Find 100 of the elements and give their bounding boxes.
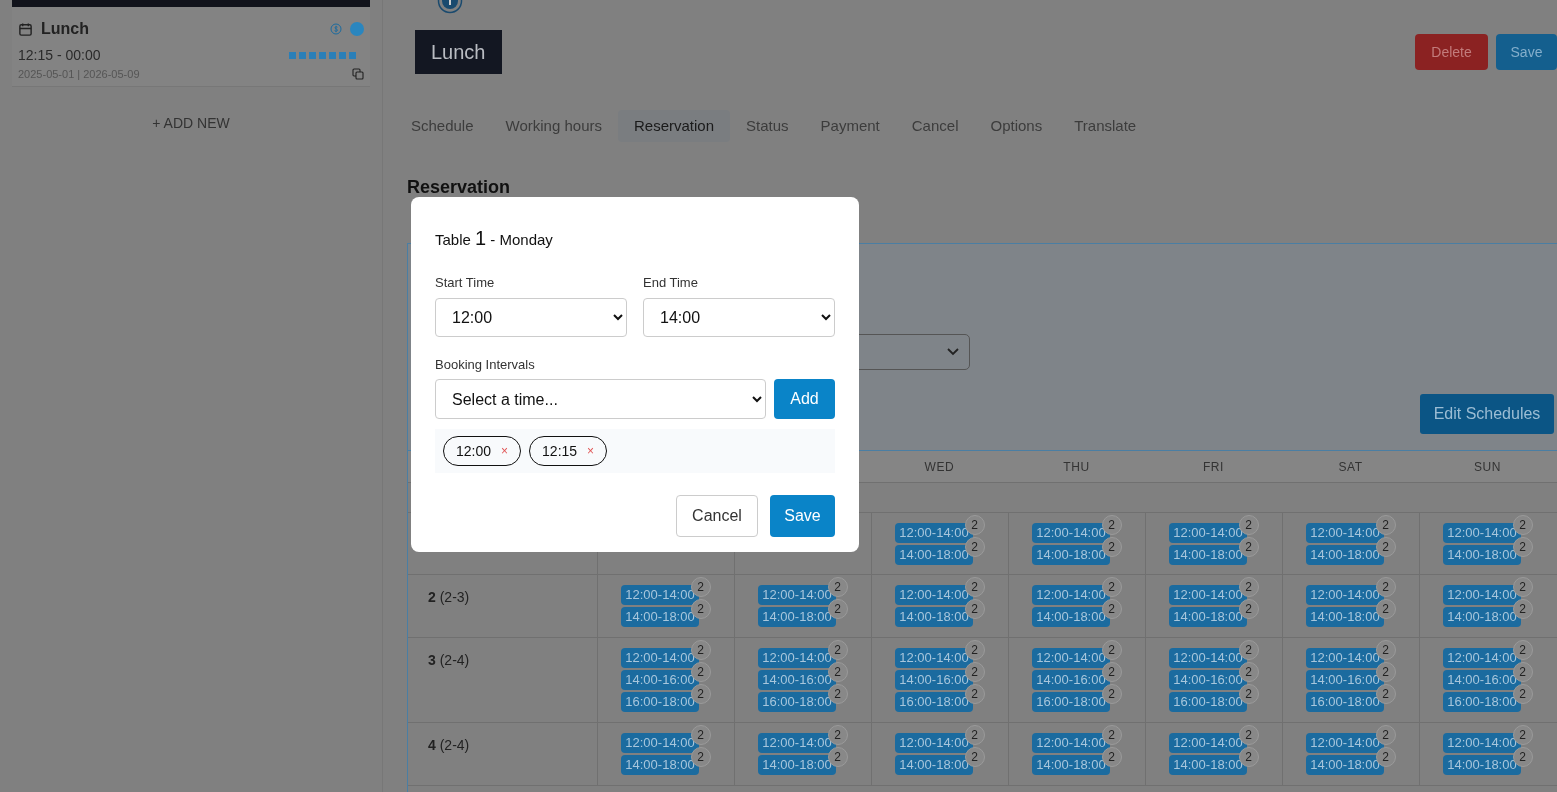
- field-label: Booking Intervals: [435, 355, 536, 374]
- time-slot-chip[interactable]: 14:00-16:00: [1443, 670, 1521, 690]
- time-slot-chip[interactable]: 12:00-14:00: [621, 648, 699, 668]
- time-slot-chip[interactable]: 14:00-18:00: [621, 755, 699, 775]
- time-slot-chip[interactable]: 14:00-16:00: [621, 670, 699, 690]
- time-slot-chip[interactable]: 12:00-14:00: [1306, 648, 1384, 668]
- time-slot-chip[interactable]: 12:00-14:00: [895, 523, 973, 543]
- time-slot-chip[interactable]: 14:00-18:00: [895, 607, 973, 627]
- time-select[interactable]: 14:00: [643, 297, 835, 337]
- time-slot-chip[interactable]: 16:00-18:00: [621, 692, 699, 712]
- time-slot-chip[interactable]: 12:00-14:00: [621, 733, 699, 753]
- card-time: 12:15 - 00:00: [18, 46, 101, 65]
- tab[interactable]: Cancel: [895, 110, 975, 142]
- time-slot-chip[interactable]: 14:00-18:00: [758, 607, 836, 627]
- calendar-icon: [18, 21, 33, 37]
- time-slot-chip[interactable]: 12:00-14:00: [1032, 648, 1110, 668]
- time-slot-chip[interactable]: 14:00-18:00: [1169, 755, 1247, 775]
- time-slot-chip[interactable]: 12:00-14:00: [895, 733, 973, 753]
- time-slot-chip[interactable]: 14:00-18:00: [1306, 755, 1384, 775]
- time-slot-chip[interactable]: 12:00-14:00: [1443, 585, 1521, 605]
- interval-select[interactable]: Select a time...: [435, 379, 766, 419]
- copy-icon[interactable]: [352, 68, 364, 81]
- time-slot-chip[interactable]: 14:00-18:00: [621, 607, 699, 627]
- day-header: SAT: [1338, 458, 1363, 476]
- time-slot-chip[interactable]: 14:00-18:00: [1169, 545, 1247, 565]
- time-slot-chip[interactable]: 12:00-14:00: [1306, 523, 1384, 543]
- tab[interactable]: Status: [730, 110, 805, 142]
- interval-time: 12:00: [456, 441, 492, 461]
- time-slot-chip[interactable]: 12:00-14:00: [1169, 585, 1247, 605]
- time-slot-chip[interactable]: 12:00-14:00: [758, 733, 836, 753]
- time-slot-chip[interactable]: 12:00-14:00: [895, 585, 973, 605]
- day-header: FRI: [1202, 458, 1225, 476]
- time-slot-chip[interactable]: 12:00-14:00: [1443, 648, 1521, 668]
- time-slot-chip[interactable]: 12:00-14:00: [1032, 585, 1110, 605]
- time-slot-chip[interactable]: 12:00-14:00: [1169, 733, 1247, 753]
- time-slot-chip[interactable]: 14:00-16:00: [895, 670, 973, 690]
- time-slot-chip[interactable]: 12:00-14:00: [1032, 733, 1110, 753]
- time-slot-chip[interactable]: 14:00-16:00: [758, 670, 836, 690]
- weekday-indicator: [289, 52, 356, 59]
- time-slot-chip[interactable]: 12:00-14:00: [1032, 523, 1110, 543]
- time-select[interactable]: 12:00: [435, 297, 627, 337]
- save-button[interactable]: Save: [1496, 34, 1557, 70]
- title-badge: Lunch: [415, 30, 502, 74]
- time-slot-chip[interactable]: 14:00-18:00: [895, 545, 973, 565]
- time-slot-chip[interactable]: 12:00-14:00: [1443, 733, 1521, 753]
- card-title: Lunch: [41, 19, 89, 39]
- tab[interactable]: Translate: [1058, 110, 1153, 142]
- time-slot-chip[interactable]: 12:00-14:00: [621, 585, 699, 605]
- add-new-button[interactable]: + ADD NEW: [152, 113, 230, 134]
- tab[interactable]: Schedule: [408, 110, 490, 142]
- edit-schedules-button[interactable]: Edit Schedules: [1420, 394, 1554, 434]
- tab[interactable]: Options: [974, 110, 1059, 142]
- interval-time: 12:15: [542, 441, 578, 461]
- time-slot-chip[interactable]: 14:00-18:00: [1032, 545, 1110, 565]
- time-slot-chip[interactable]: 12:00-14:00: [1169, 648, 1247, 668]
- time-slot-chip[interactable]: 16:00-18:00: [895, 692, 973, 712]
- time-slot-chip[interactable]: 14:00-16:00: [1306, 670, 1384, 690]
- remove-button[interactable]: ×: [587, 442, 595, 460]
- time-slot-chip[interactable]: 14:00-18:00: [1032, 755, 1110, 775]
- time-slot-chip[interactable]: 14:00-18:00: [1169, 607, 1247, 627]
- time-slot-chip[interactable]: 14:00-18:00: [1032, 607, 1110, 627]
- time-slot-chip[interactable]: 16:00-18:00: [1306, 692, 1384, 712]
- time-slot-chip[interactable]: 14:00-18:00: [1443, 545, 1521, 565]
- time-slot-chip[interactable]: 12:00-14:00: [758, 648, 836, 668]
- time-slot-chip[interactable]: 12:00-14:00: [895, 648, 973, 668]
- time-slot-chip[interactable]: 14:00-16:00: [1032, 670, 1110, 690]
- tab[interactable]: Reservation: [618, 110, 731, 142]
- table-label: 3 (2-4): [428, 652, 470, 668]
- time-slot-chip[interactable]: 14:00-16:00: [1169, 670, 1247, 690]
- table-label: 2 (2-3): [428, 589, 470, 605]
- time-slot-chip[interactable]: 12:00-14:00: [1443, 523, 1521, 543]
- remove-button[interactable]: ×: [501, 442, 509, 460]
- field-label: End Time: [643, 274, 699, 292]
- table-label: 4 (2-4): [428, 737, 470, 753]
- time-slot-chip[interactable]: 14:00-18:00: [1443, 607, 1521, 627]
- time-slot-chip[interactable]: 16:00-18:00: [1169, 692, 1247, 712]
- time-slot-chip[interactable]: 14:00-18:00: [1306, 607, 1384, 627]
- time-slot-chip[interactable]: 16:00-18:00: [1032, 692, 1110, 712]
- day-header: THU: [1063, 458, 1090, 476]
- time-slot-chip[interactable]: 12:00-14:00: [1306, 585, 1384, 605]
- save-button[interactable]: Save: [770, 495, 835, 537]
- tab[interactable]: Working hours: [489, 110, 618, 142]
- field-label: Start Time: [435, 274, 496, 292]
- time-slot-chip[interactable]: 14:00-18:00: [1443, 755, 1521, 775]
- modal-title: Table 1 - Monday: [435, 226, 554, 251]
- time-slot-chip[interactable]: 16:00-18:00: [758, 692, 836, 712]
- time-slot-chip[interactable]: 12:00-14:00: [758, 585, 836, 605]
- time-slot-chip[interactable]: 14:00-18:00: [758, 755, 836, 775]
- cancel-button[interactable]: Cancel: [676, 495, 758, 537]
- day-header: WED: [924, 458, 955, 476]
- dollar-icon: [330, 23, 342, 35]
- day-header: SUN: [1473, 458, 1502, 476]
- add-button[interactable]: Add: [774, 379, 835, 419]
- time-slot-chip[interactable]: 16:00-18:00: [1443, 692, 1521, 712]
- time-slot-chip[interactable]: 14:00-18:00: [1306, 545, 1384, 565]
- time-slot-chip[interactable]: 12:00-14:00: [1306, 733, 1384, 753]
- time-slot-chip[interactable]: 12:00-14:00: [1169, 523, 1247, 543]
- time-slot-chip[interactable]: 14:00-18:00: [895, 755, 973, 775]
- tab[interactable]: Payment: [804, 110, 896, 142]
- delete-button[interactable]: Delete: [1415, 34, 1488, 70]
